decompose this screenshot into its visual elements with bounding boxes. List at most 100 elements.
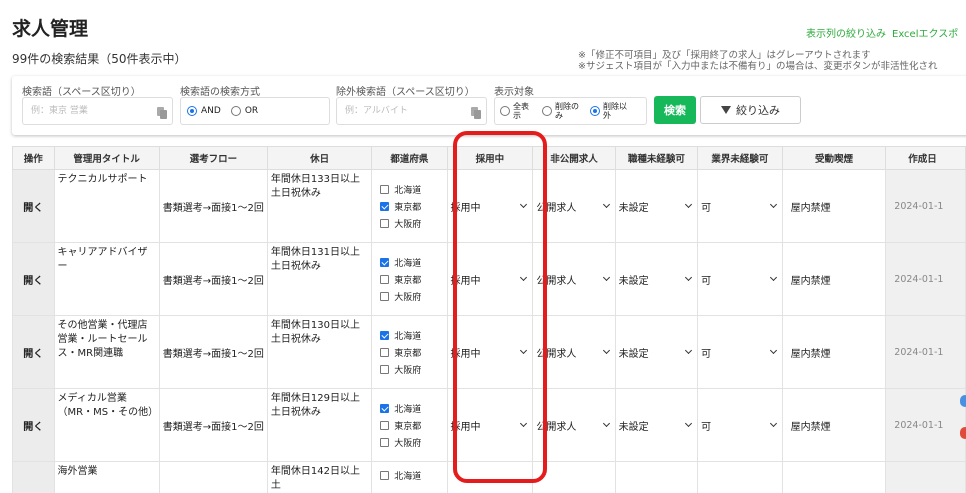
prefecture-option[interactable]: 北海道 <box>380 254 443 271</box>
prefecture-label: 大阪府 <box>394 219 422 230</box>
created-date: 2024-01-1 <box>885 388 966 462</box>
flow-cell: 書類選考→面接1～2回 <box>158 315 268 389</box>
excel-export-link[interactable]: Excelエクスポ <box>892 29 958 40</box>
column-filter-link[interactable]: 表示列の絞り込み <box>806 29 886 40</box>
title-cell: その他営業・代理店営業・ルートセールス・MR関連職 <box>53 315 160 389</box>
private-select[interactable]: 公開求人 <box>532 315 616 389</box>
prefecture-option[interactable]: 北海道 <box>380 400 443 417</box>
search-button[interactable]: 検索 <box>654 96 696 124</box>
prefecture-checkbox[interactable] <box>380 291 390 301</box>
prefecture-checkbox[interactable] <box>380 257 390 267</box>
industry-exp-select[interactable]: 可 <box>697 315 783 389</box>
hiring-select[interactable]: 採用中 <box>446 315 534 389</box>
industry-exp-select-value: 可 <box>701 348 712 360</box>
prefecture-checkbox[interactable] <box>380 330 390 340</box>
note-suggest: ※サジェスト項目が「入力中または不備有り」の場合は、変更ボタンが非活性化され <box>578 61 938 72</box>
note-greyout: ※「修正不可項目」及び「採用終了の求人」はグレーアウトされます <box>578 50 871 61</box>
prefecture-checkbox[interactable] <box>380 403 390 413</box>
prefecture-label: 大阪府 <box>394 438 422 449</box>
private-select[interactable]: 公開求人 <box>532 242 616 316</box>
col-hiring: 採用中 <box>446 146 534 170</box>
target-all-label: 全表示 <box>513 102 529 120</box>
prefecture-label: 北海道 <box>394 258 422 269</box>
target-only-deleted-radio[interactable] <box>542 106 552 116</box>
filter-button[interactable]: 絞り込み <box>700 96 801 124</box>
prefecture-option[interactable]: 東京都 <box>380 344 443 361</box>
copy-icon[interactable] <box>471 107 481 119</box>
job-exp-select-value: 未設定 <box>618 202 649 214</box>
open-button[interactable]: 開く <box>12 169 55 243</box>
prefecture-label: 東京都 <box>394 348 422 359</box>
prefecture-checkbox[interactable] <box>380 420 390 430</box>
open-cell[interactable] <box>12 461 55 493</box>
target-all-radio[interactable] <box>500 106 510 116</box>
method-radio-group: AND OR <box>180 97 330 125</box>
job-exp-select[interactable]: 未設定 <box>614 315 699 389</box>
prefecture-checkbox[interactable] <box>380 347 390 357</box>
chevron-down-icon <box>769 419 777 428</box>
prefecture-label: 北海道 <box>394 404 422 415</box>
prefecture-option[interactable]: 大阪府 <box>380 361 443 378</box>
prefecture-label: 東京都 <box>394 275 422 286</box>
private-select[interactable]: 公開求人 <box>532 169 616 243</box>
industry-exp-select[interactable]: 可 <box>697 169 783 243</box>
hiring-select[interactable]: 採用中 <box>446 169 534 243</box>
holiday-cell: 年間休日142日以上土 <box>266 461 373 493</box>
target-except-deleted-radio[interactable] <box>590 106 600 116</box>
hiring-select[interactable]: 採用中 <box>446 242 534 316</box>
hiring-select-value: 採用中 <box>450 275 481 287</box>
open-button[interactable]: 開く <box>12 242 55 316</box>
prefecture-option[interactable]: 大阪府 <box>380 215 443 232</box>
prefecture-checkbox[interactable] <box>380 437 390 447</box>
job-exp-select[interactable]: 未設定 <box>614 388 699 462</box>
exclude-label: 除外検索語（スペース区切り） <box>336 87 475 98</box>
prefecture-checkbox[interactable] <box>380 274 390 284</box>
prefecture-checkbox[interactable] <box>380 201 390 211</box>
flow-cell: 書類選考→面接1～2回 <box>158 388 268 462</box>
chevron-down-icon <box>520 346 528 355</box>
smoking-cell: 屋内禁煙 <box>781 169 887 243</box>
prefecture-option[interactable]: 東京都 <box>380 198 443 215</box>
prefecture-label: 北海道 <box>394 472 422 482</box>
job-exp-select[interactable]: 未設定 <box>614 242 699 316</box>
prefecture-checkbox[interactable] <box>380 184 390 194</box>
table-row: 開く キャリアアドバイザー 書類選考→面接1～2回 年間休日131日以上土日祝休み 北海… <box>12 242 966 316</box>
col-flow: 選考フロー <box>158 146 268 170</box>
smoking-cell: 屋内禁煙 <box>781 242 887 316</box>
notes: ※「修正不可項目」及び「採用終了の求人」はグレーアウトされます ※サジェスト項目… <box>578 50 937 72</box>
chevron-down-icon <box>769 200 777 209</box>
industry-exp-select[interactable]: 可 <box>697 388 783 462</box>
exclude-input[interactable] <box>337 98 486 124</box>
prefecture-option[interactable]: 北海道 <box>380 327 443 344</box>
prefecture-checkbox[interactable] <box>380 218 390 228</box>
job-exp-cell <box>614 461 699 493</box>
col-holiday: 休日 <box>266 146 373 170</box>
hiring-select-value: 採用中 <box>450 348 481 360</box>
prefecture-option[interactable]: 東京都 <box>380 271 443 288</box>
prefecture-option[interactable]: 東京都 <box>380 417 443 434</box>
private-select[interactable]: 公開求人 <box>532 388 616 462</box>
method-or-radio[interactable] <box>230 106 241 116</box>
prefecture-option[interactable]: 北海道 <box>380 181 443 198</box>
holiday-cell: 年間休日129日以上土日祝休み <box>266 388 373 462</box>
prefecture-option[interactable]: 大阪府 <box>380 434 443 451</box>
prefecture-option[interactable]: 大阪府 <box>380 288 443 305</box>
keyword-input[interactable] <box>23 98 172 124</box>
prefecture-checkbox[interactable] <box>380 364 390 374</box>
prefecture-label: 大阪府 <box>394 365 422 376</box>
industry-exp-select[interactable]: 可 <box>697 242 783 316</box>
open-button[interactable]: 開く <box>12 388 55 462</box>
prefecture-option[interactable]: 北海道 <box>380 467 443 484</box>
job-exp-select[interactable]: 未設定 <box>614 169 699 243</box>
created-date <box>885 461 966 493</box>
table-row: 開く その他営業・代理店営業・ルートセールス・MR関連職 書類選考→面接1～2回 年間… <box>12 315 966 389</box>
target-radio-group: 全表示 削除のみ 削除以外 <box>494 97 647 125</box>
hiring-select[interactable]: 採用中 <box>446 388 534 462</box>
prefecture-checkbox[interactable] <box>380 471 390 480</box>
col-private: 非公開求人 <box>532 146 616 170</box>
funnel-icon <box>721 106 731 114</box>
open-button[interactable]: 開く <box>12 315 55 389</box>
prefecture-cell: 北海道東京都大阪府 <box>371 315 448 389</box>
method-and-radio[interactable] <box>187 106 197 116</box>
copy-icon[interactable] <box>157 107 167 119</box>
